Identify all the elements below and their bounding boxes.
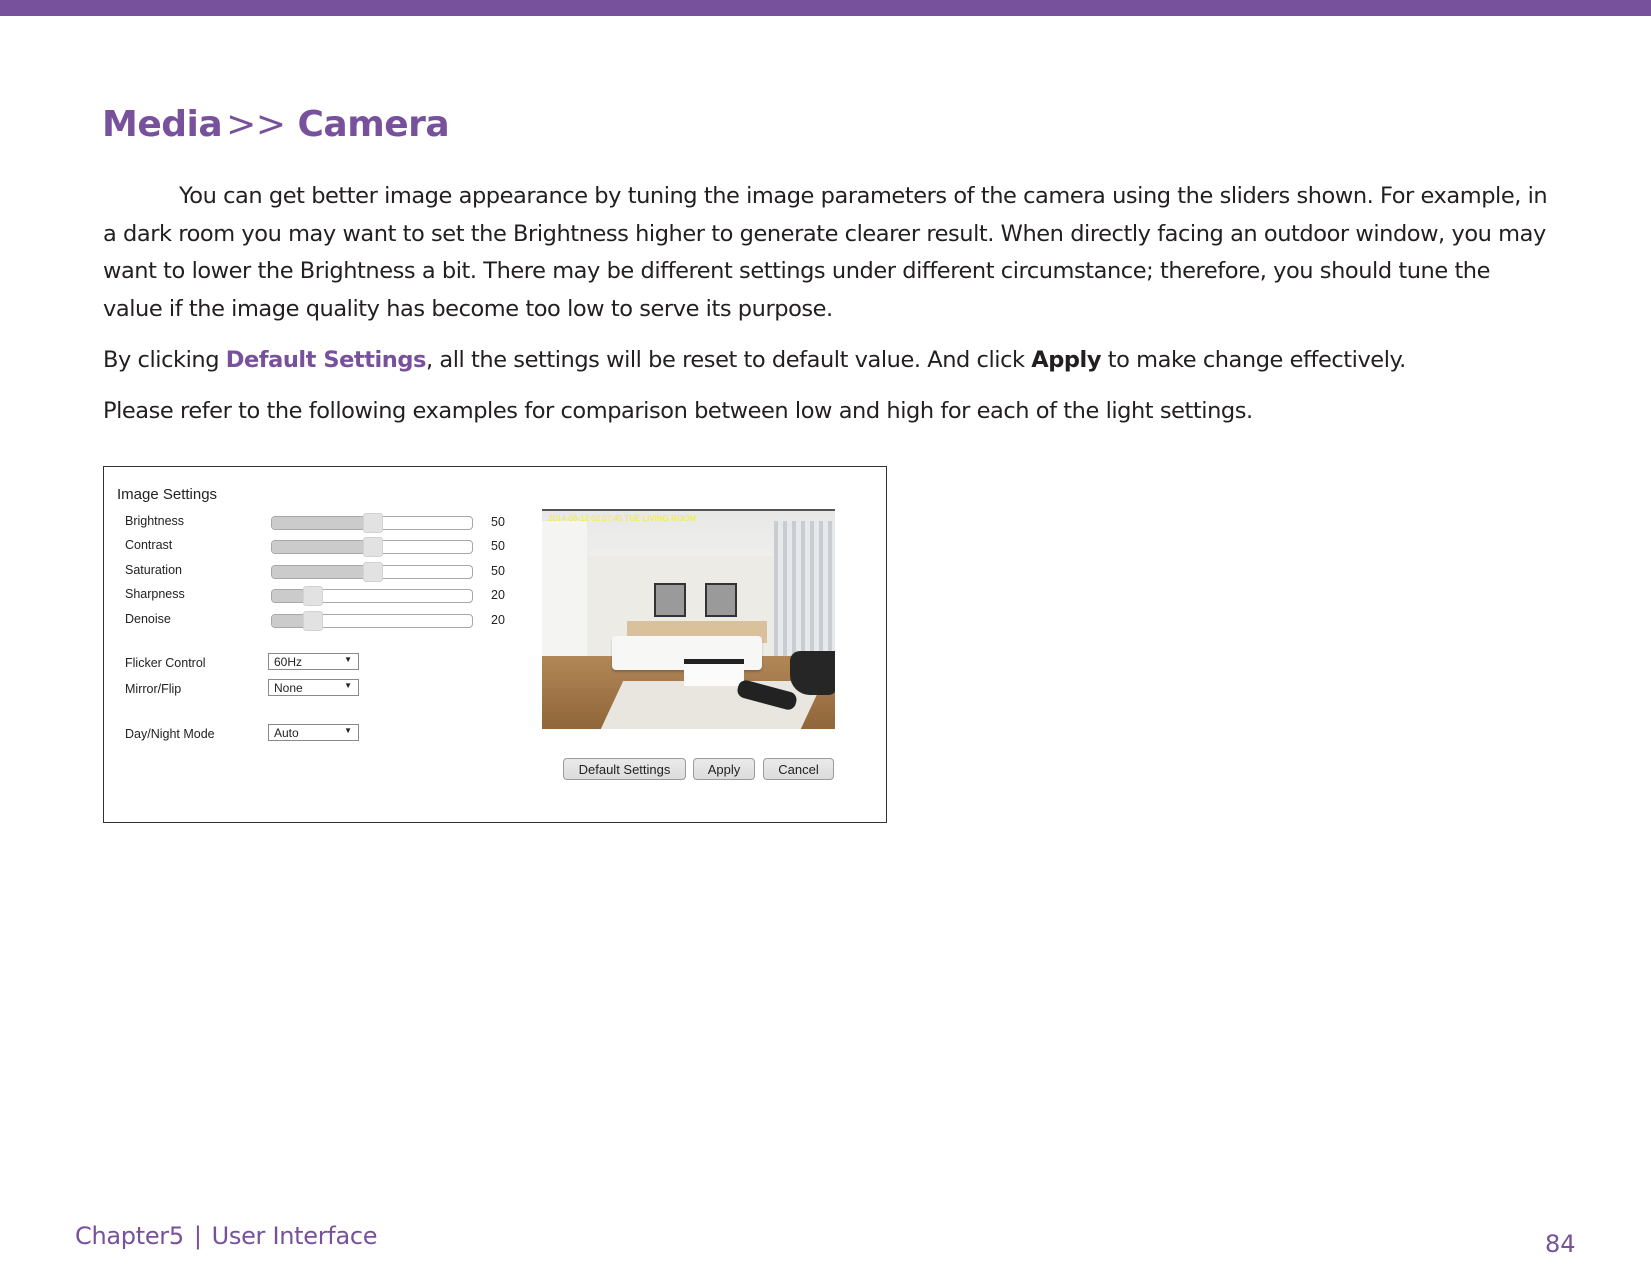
slider-thumb[interactable] bbox=[303, 611, 323, 631]
contrast-slider[interactable] bbox=[271, 537, 473, 557]
camera-osd-timestamp: 2014-08-12 02:07:45 TUE LIVING ROOM bbox=[548, 514, 696, 523]
preview-artwork bbox=[705, 583, 737, 617]
select-label: Day/Night Mode bbox=[125, 727, 215, 741]
mirror-flip-select[interactable]: None ▼ bbox=[268, 679, 359, 696]
dropdown-arrow-icon: ▼ bbox=[344, 681, 352, 690]
image-settings-screenshot: Image Settings Brightness 50 Contrast 50… bbox=[103, 466, 887, 823]
slider-value: 50 bbox=[491, 564, 505, 578]
footer-divider: | bbox=[193, 1222, 202, 1250]
intro-paragraph: You can get better image appearance by t… bbox=[103, 183, 1548, 322]
slider-fill bbox=[272, 566, 372, 578]
slider-thumb[interactable] bbox=[303, 586, 323, 606]
denoise-slider[interactable] bbox=[271, 611, 473, 631]
page-title: Media >> Camera bbox=[102, 104, 450, 145]
footer-chapter-label: Chapter5 bbox=[75, 1222, 184, 1250]
page-number: 84 bbox=[1545, 1230, 1576, 1258]
select-label: Mirror/Flip bbox=[125, 682, 182, 696]
slider-label: Sharpness bbox=[125, 587, 185, 601]
cancel-button[interactable]: Cancel bbox=[763, 758, 834, 780]
slider-value: 50 bbox=[491, 539, 505, 553]
preview-pillar bbox=[542, 521, 587, 666]
dropdown-arrow-icon: ▼ bbox=[344, 726, 352, 735]
default-settings-button[interactable]: Default Settings bbox=[563, 758, 686, 780]
footer-section-label: User Interface bbox=[211, 1222, 378, 1250]
image-settings-title: Image Settings bbox=[117, 486, 218, 503]
apply-term: Apply bbox=[1031, 347, 1102, 373]
breadcrumb-page: Camera bbox=[297, 104, 450, 145]
breadcrumb-section: Media bbox=[102, 104, 223, 145]
header-accent-bar bbox=[0, 0, 1651, 16]
preview-artwork bbox=[654, 583, 686, 617]
defaults-middle: , all the settings will be reset to defa… bbox=[425, 347, 1032, 373]
slider-thumb[interactable] bbox=[363, 513, 383, 533]
examples-paragraph: Please refer to the following examples f… bbox=[103, 398, 1253, 424]
preview-table bbox=[684, 659, 744, 686]
dropdown-arrow-icon: ▼ bbox=[344, 655, 352, 664]
saturation-slider[interactable] bbox=[271, 562, 473, 582]
brightness-slider[interactable] bbox=[271, 513, 473, 533]
select-value: 60Hz bbox=[274, 655, 303, 669]
slider-fill bbox=[272, 541, 372, 553]
slider-value: 20 bbox=[491, 613, 505, 627]
apply-button[interactable]: Apply bbox=[693, 758, 755, 780]
defaults-paragraph: By clicking Default Settings, all the se… bbox=[103, 342, 1553, 380]
footer-chapter: Chapter5 | User Interface bbox=[75, 1222, 378, 1250]
slider-thumb[interactable] bbox=[363, 562, 383, 582]
slider-label: Denoise bbox=[125, 612, 171, 626]
sharpness-slider[interactable] bbox=[271, 586, 473, 606]
defaults-prefix: By clicking bbox=[103, 347, 226, 373]
slider-label: Brightness bbox=[125, 514, 185, 528]
slider-fill bbox=[272, 517, 372, 529]
preview-chair bbox=[790, 651, 835, 695]
default-settings-term: Default Settings bbox=[225, 347, 427, 373]
flicker-control-select[interactable]: 60Hz ▼ bbox=[268, 653, 359, 670]
slider-label: Saturation bbox=[125, 563, 182, 577]
select-value: Auto bbox=[274, 726, 299, 740]
slider-value: 50 bbox=[491, 515, 505, 529]
breadcrumb-separator: >> bbox=[226, 104, 286, 145]
day-night-mode-select[interactable]: Auto ▼ bbox=[268, 724, 359, 741]
slider-label: Contrast bbox=[125, 538, 173, 552]
camera-preview: 2014-08-12 02:07:45 TUE LIVING ROOM bbox=[542, 509, 835, 729]
defaults-suffix: to make change effectively. bbox=[1101, 347, 1407, 373]
select-value: None bbox=[274, 681, 303, 695]
slider-thumb[interactable] bbox=[363, 537, 383, 557]
slider-value: 20 bbox=[491, 588, 505, 602]
select-label: Flicker Control bbox=[125, 656, 206, 670]
